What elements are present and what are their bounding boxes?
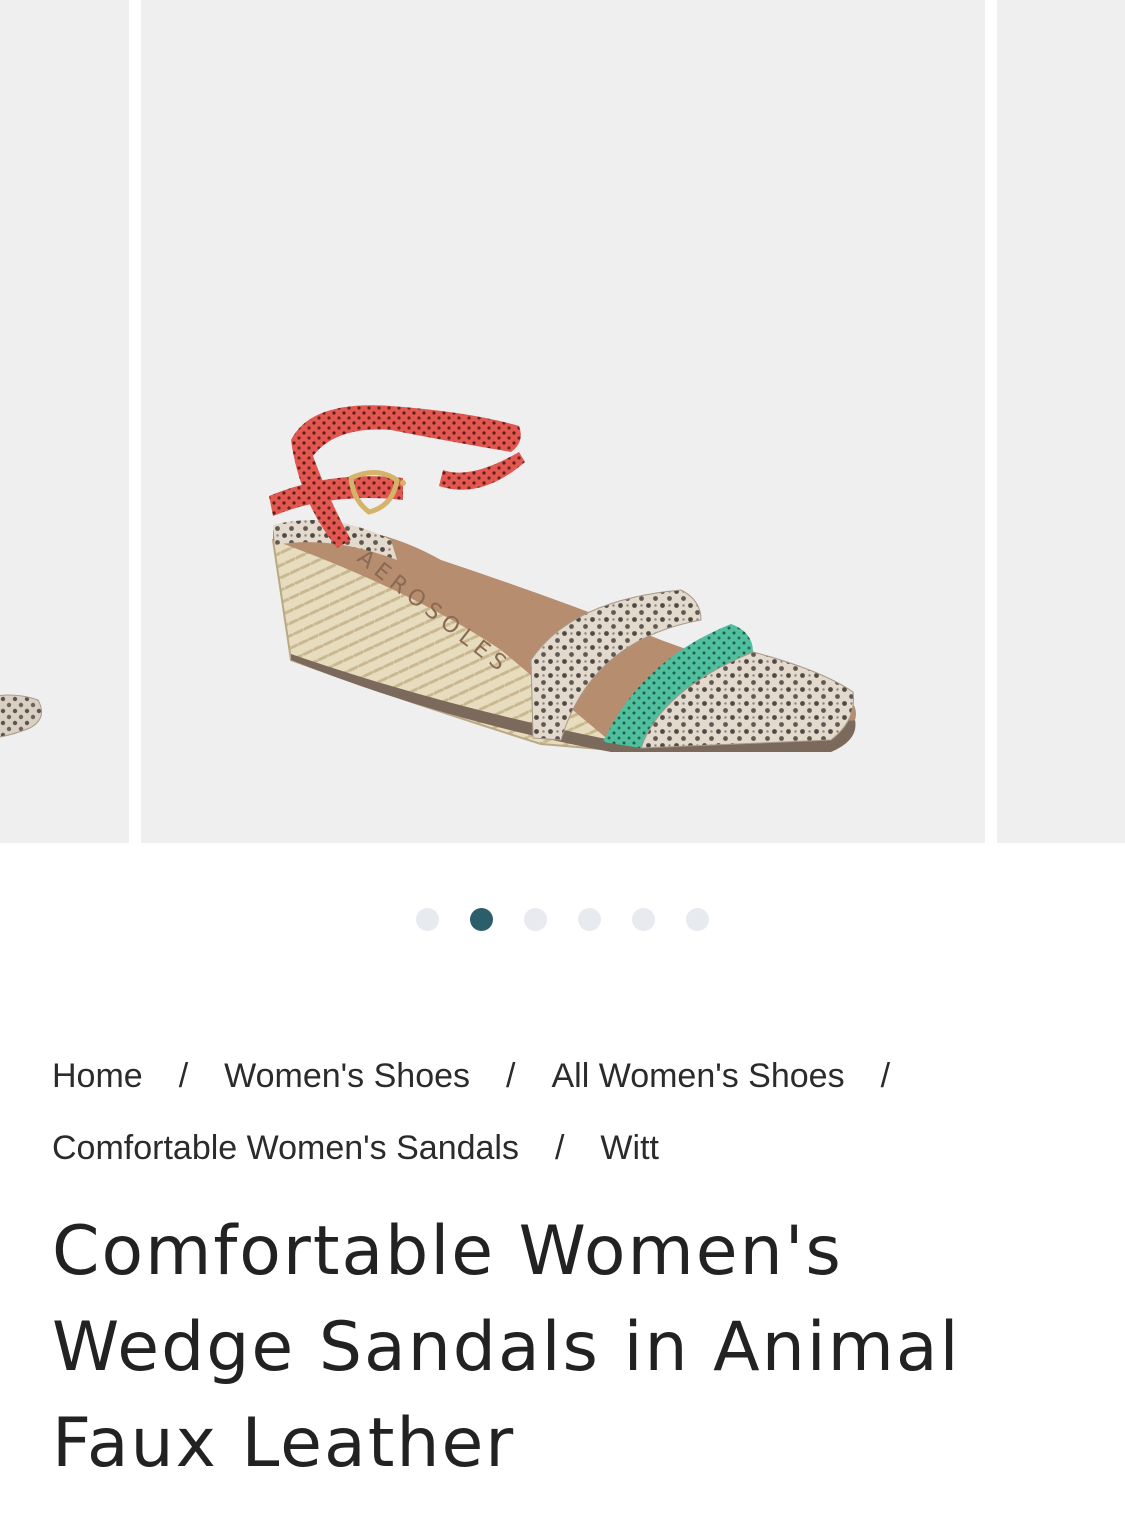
product-title: Comfortable Women's Wedge Sandals in Ani… xyxy=(52,1212,961,1483)
previous-product-image[interactable] xyxy=(0,0,129,843)
breadcrumb-separator: / xyxy=(554,1129,565,1167)
breadcrumb-home[interactable]: Home xyxy=(52,1040,143,1112)
product-image-gallery[interactable]: AEROSOLES xyxy=(0,0,1125,843)
breadcrumb-comfortable-womens-sandals[interactable]: Comfortable Women's Sandals xyxy=(52,1112,519,1184)
breadcrumb-separator: / xyxy=(880,1057,891,1095)
breadcrumb: Home / Women's Shoes / All Women's Shoes… xyxy=(52,1040,1072,1184)
next-product-image[interactable] xyxy=(997,0,1125,843)
breadcrumb-separator: / xyxy=(178,1057,189,1095)
pagination-dot-5[interactable] xyxy=(632,908,655,931)
main-product-image[interactable]: AEROSOLES xyxy=(141,0,985,843)
breadcrumb-separator: / xyxy=(506,1057,516,1095)
pagination-dot-6[interactable] xyxy=(686,908,709,931)
pagination-dot-4[interactable] xyxy=(578,908,601,931)
pagination-dot-1[interactable] xyxy=(416,908,439,931)
breadcrumb-womens-shoes[interactable]: Women's Shoes xyxy=(224,1040,470,1112)
pagination-dot-3[interactable] xyxy=(524,908,547,931)
breadcrumb-all-womens-shoes[interactable]: All Women's Shoes xyxy=(551,1040,844,1112)
gallery-pagination xyxy=(0,906,1125,932)
pagination-dot-2[interactable] xyxy=(470,908,493,931)
breadcrumb-current-witt: Witt xyxy=(600,1129,659,1167)
